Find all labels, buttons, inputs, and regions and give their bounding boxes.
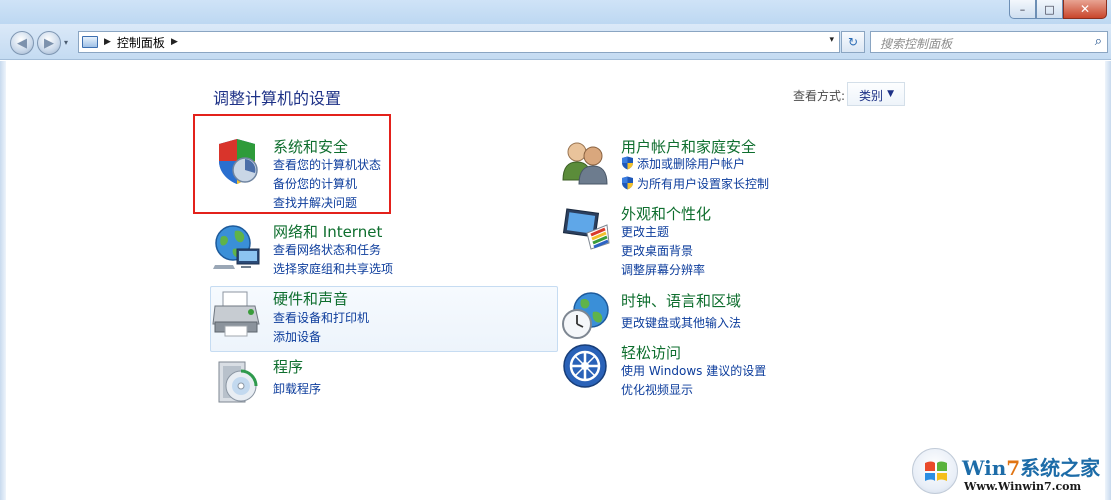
breadcrumb-control-panel[interactable]: 控制面板 [117,34,165,51]
windows-logo-icon [912,448,958,494]
view-by-dropdown[interactable]: 类别 ▼ [847,82,905,106]
watermark: Win7系统之家 Www.Winwin7.com [912,448,1107,498]
category-title-clock-language-region[interactable]: 时钟、语言和区域 [621,290,741,311]
minimize-button[interactable]: – [1009,0,1036,19]
category-title-programs[interactable]: 程序 [273,356,303,377]
back-arrow-icon: ◀ [17,35,27,51]
link-desktop-background[interactable]: 更改桌面背景 [621,242,693,259]
watermark-brand: Win7系统之家 [962,456,1101,480]
ease-of-access-icon[interactable] [561,342,613,394]
refresh-button[interactable]: ↻ [841,31,865,53]
maximize-button[interactable]: □ [1036,0,1063,19]
control-panel-icon [82,36,98,48]
annotation-highlight-box [193,114,391,214]
programs-disc-icon[interactable] [211,356,263,408]
link-devices-printers[interactable]: 查看设备和打印机 [273,309,369,326]
view-by-label: 查看方式: [793,89,846,103]
users-icon[interactable] [561,136,613,188]
window-controls: – □ ✕ [1009,0,1107,19]
window-left-border [0,61,6,500]
category-title-hardware-sound[interactable]: 硬件和声音 [273,288,348,309]
breadcrumb-next-icon[interactable]: ▶ [171,37,178,47]
window-right-border [1105,61,1111,500]
navigation-bar: ◀ ▶ ▾ ▶ 控制面板 ▶ ▾ ↻ 搜索控制面板 ⌕ [0,24,1111,60]
link-change-theme[interactable]: 更改主题 [621,223,669,240]
link-optimize-display[interactable]: 优化视频显示 [621,381,693,398]
search-placeholder: 搜索控制面板 [880,37,953,51]
search-icon[interactable]: ⌕ [1095,34,1102,49]
close-button[interactable]: ✕ [1063,0,1107,19]
page-title: 调整计算机的设置 [213,89,342,108]
network-globe-icon[interactable] [211,221,263,273]
category-title-ease-of-access[interactable]: 轻松访问 [621,342,681,363]
forward-arrow-icon: ▶ [44,35,54,51]
link-screen-resolution[interactable]: 调整屏幕分辨率 [621,261,705,278]
category-title-user-accounts[interactable]: 用户帐户和家庭安全 [621,136,756,157]
chevron-down-icon: ▼ [887,89,894,99]
address-dropdown-icon[interactable]: ▾ [829,35,834,45]
link-parental-controls[interactable]: 为所有用户设置家长控制 [621,175,769,192]
link-parental-controls-label: 为所有用户设置家长控制 [637,177,770,191]
search-input[interactable]: 搜索控制面板 ⌕ [870,31,1108,53]
back-button[interactable]: ◀ [10,31,34,55]
monitor-palette-icon[interactable] [561,203,613,255]
link-change-keyboard[interactable]: 更改键盘或其他输入法 [621,314,741,331]
view-by-value: 类别 [859,89,884,103]
link-network-status[interactable]: 查看网络状态和任务 [273,241,381,258]
category-title-network-internet[interactable]: 网络和 Internet [273,221,382,242]
forward-button[interactable]: ▶ [37,31,61,55]
watermark-url: Www.Winwin7.com [964,480,1082,493]
uac-shield-icon [622,176,633,190]
link-windows-recommended-settings[interactable]: 使用 Windows 建议的设置 [621,362,766,379]
link-uninstall-program[interactable]: 卸载程序 [273,380,321,397]
refresh-icon: ↻ [847,35,859,49]
address-bar[interactable]: ▶ 控制面板 ▶ ▾ [78,31,840,53]
link-add-remove-accounts-label: 添加或删除用户帐户 [637,157,746,171]
category-title-appearance[interactable]: 外观和个性化 [621,203,711,224]
link-homegroup-sharing[interactable]: 选择家庭组和共享选项 [273,260,393,277]
recent-pages-dropdown[interactable]: ▾ [64,38,68,47]
link-add-remove-accounts[interactable]: 添加或删除用户帐户 [621,155,745,172]
uac-shield-icon [622,156,633,170]
printer-icon[interactable] [211,288,263,340]
link-add-device[interactable]: 添加设备 [273,328,321,345]
breadcrumb-separator-icon[interactable]: ▶ [104,37,111,47]
clock-globe-icon[interactable] [561,290,613,342]
